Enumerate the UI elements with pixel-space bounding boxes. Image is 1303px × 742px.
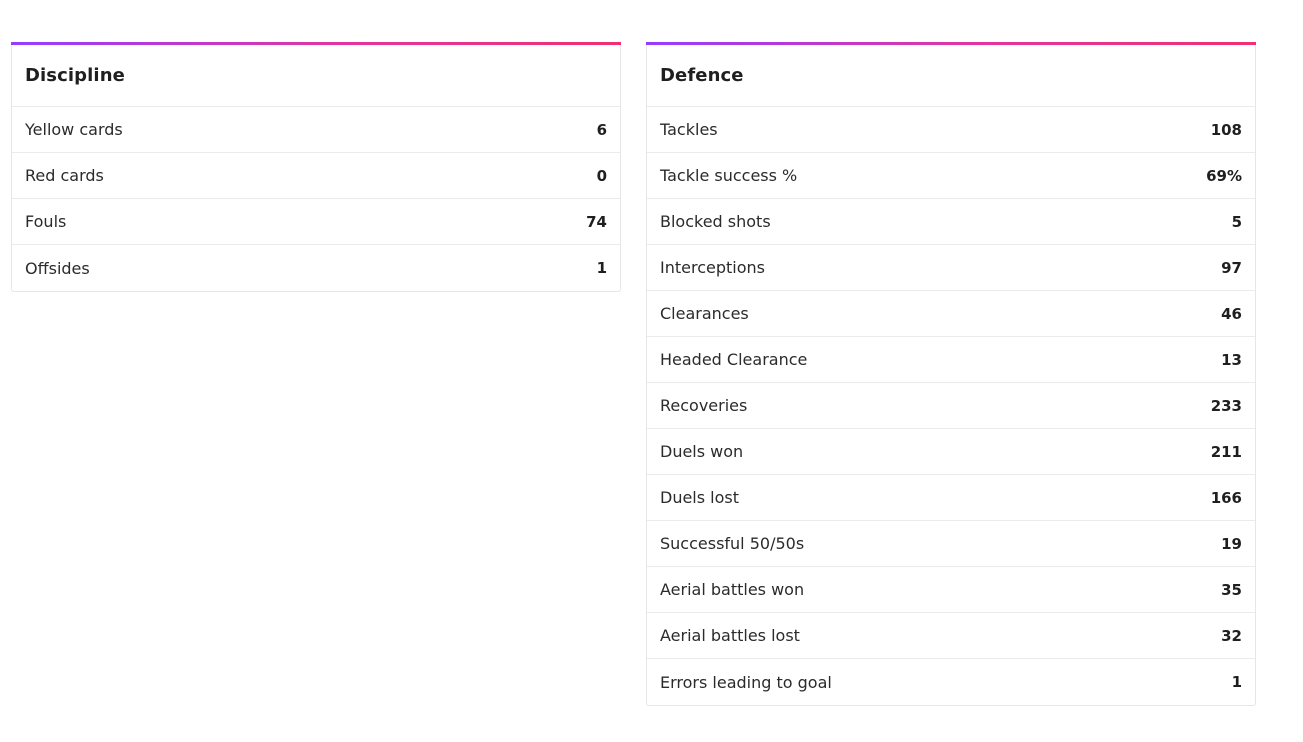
stat-row-aerial-battles-won: Aerial battles won 35 bbox=[647, 567, 1255, 613]
stat-row-fouls: Fouls 74 bbox=[12, 199, 620, 245]
stat-row-clearances: Clearances 46 bbox=[647, 291, 1255, 337]
stat-label: Errors leading to goal bbox=[660, 672, 832, 692]
stat-row-yellow-cards: Yellow cards 6 bbox=[12, 107, 620, 153]
discipline-card: Discipline Yellow cards 6 Red cards 0 Fo… bbox=[11, 42, 621, 292]
defence-stat-list: Tackles 108 Tackle success % 69% Blocked… bbox=[647, 107, 1255, 705]
stat-value: 6 bbox=[596, 120, 607, 139]
stat-label: Recoveries bbox=[660, 396, 748, 415]
stat-label: Fouls bbox=[25, 212, 67, 231]
stat-row-interceptions: Interceptions 97 bbox=[647, 245, 1255, 291]
stat-value: 108 bbox=[1210, 120, 1242, 139]
card-header: Defence bbox=[647, 45, 1255, 107]
stat-value: 211 bbox=[1210, 442, 1242, 461]
stat-value: 13 bbox=[1221, 350, 1242, 369]
stat-label: Yellow cards bbox=[25, 120, 123, 139]
stat-value: 1 bbox=[596, 259, 607, 277]
stat-label: Aerial battles lost bbox=[660, 626, 800, 645]
stat-value: 46 bbox=[1221, 304, 1242, 323]
stat-row-blocked-shots: Blocked shots 5 bbox=[647, 199, 1255, 245]
stat-label: Clearances bbox=[660, 304, 749, 323]
stat-row-offsides: Offsides 1 bbox=[12, 245, 620, 291]
defence-card: Defence Tackles 108 Tackle success % 69%… bbox=[646, 42, 1256, 706]
stat-label: Blocked shots bbox=[660, 212, 771, 231]
stat-label: Successful 50/50s bbox=[660, 534, 805, 553]
stat-row-aerial-battles-lost: Aerial battles lost 32 bbox=[647, 613, 1255, 659]
discipline-stat-list: Yellow cards 6 Red cards 0 Fouls 74 Offs… bbox=[12, 107, 620, 291]
stat-value: 233 bbox=[1210, 396, 1242, 415]
stat-value: 5 bbox=[1231, 212, 1242, 231]
stat-value: 97 bbox=[1221, 258, 1242, 277]
stat-label: Headed Clearance bbox=[660, 350, 808, 369]
stat-value: 74 bbox=[586, 212, 607, 231]
stat-row-duels-lost: Duels lost 166 bbox=[647, 475, 1255, 521]
stat-row-red-cards: Red cards 0 bbox=[12, 153, 620, 199]
stat-label: Tackle success % bbox=[660, 166, 798, 185]
stat-value: 35 bbox=[1221, 580, 1242, 599]
stat-value: 1 bbox=[1231, 673, 1242, 691]
stat-value: 32 bbox=[1221, 626, 1242, 645]
stat-label: Tackles bbox=[660, 120, 718, 139]
defence-title: Defence bbox=[660, 65, 744, 86]
stat-row-headed-clearance: Headed Clearance 13 bbox=[647, 337, 1255, 383]
stat-row-successful-50-50s: Successful 50/50s 19 bbox=[647, 521, 1255, 567]
stat-row-errors-leading-to-goal: Errors leading to goal 1 bbox=[647, 659, 1255, 705]
stat-label: Duels lost bbox=[660, 488, 740, 507]
stat-row-recoveries: Recoveries 233 bbox=[647, 383, 1255, 429]
stat-label: Duels won bbox=[660, 442, 744, 461]
stat-label: Aerial battles won bbox=[660, 580, 805, 599]
stat-row-tackles: Tackles 108 bbox=[647, 107, 1255, 153]
stat-value: 0 bbox=[596, 166, 607, 185]
stat-row-duels-won: Duels won 211 bbox=[647, 429, 1255, 475]
stat-value: 19 bbox=[1221, 534, 1242, 553]
card-header: Discipline bbox=[12, 45, 620, 107]
stat-value: 69% bbox=[1206, 166, 1242, 185]
stat-label: Offsides bbox=[25, 258, 90, 278]
stat-label: Interceptions bbox=[660, 258, 765, 277]
discipline-title: Discipline bbox=[25, 65, 125, 86]
stat-label: Red cards bbox=[25, 166, 104, 185]
stat-row-tackle-success: Tackle success % 69% bbox=[647, 153, 1255, 199]
stat-value: 166 bbox=[1210, 488, 1242, 507]
